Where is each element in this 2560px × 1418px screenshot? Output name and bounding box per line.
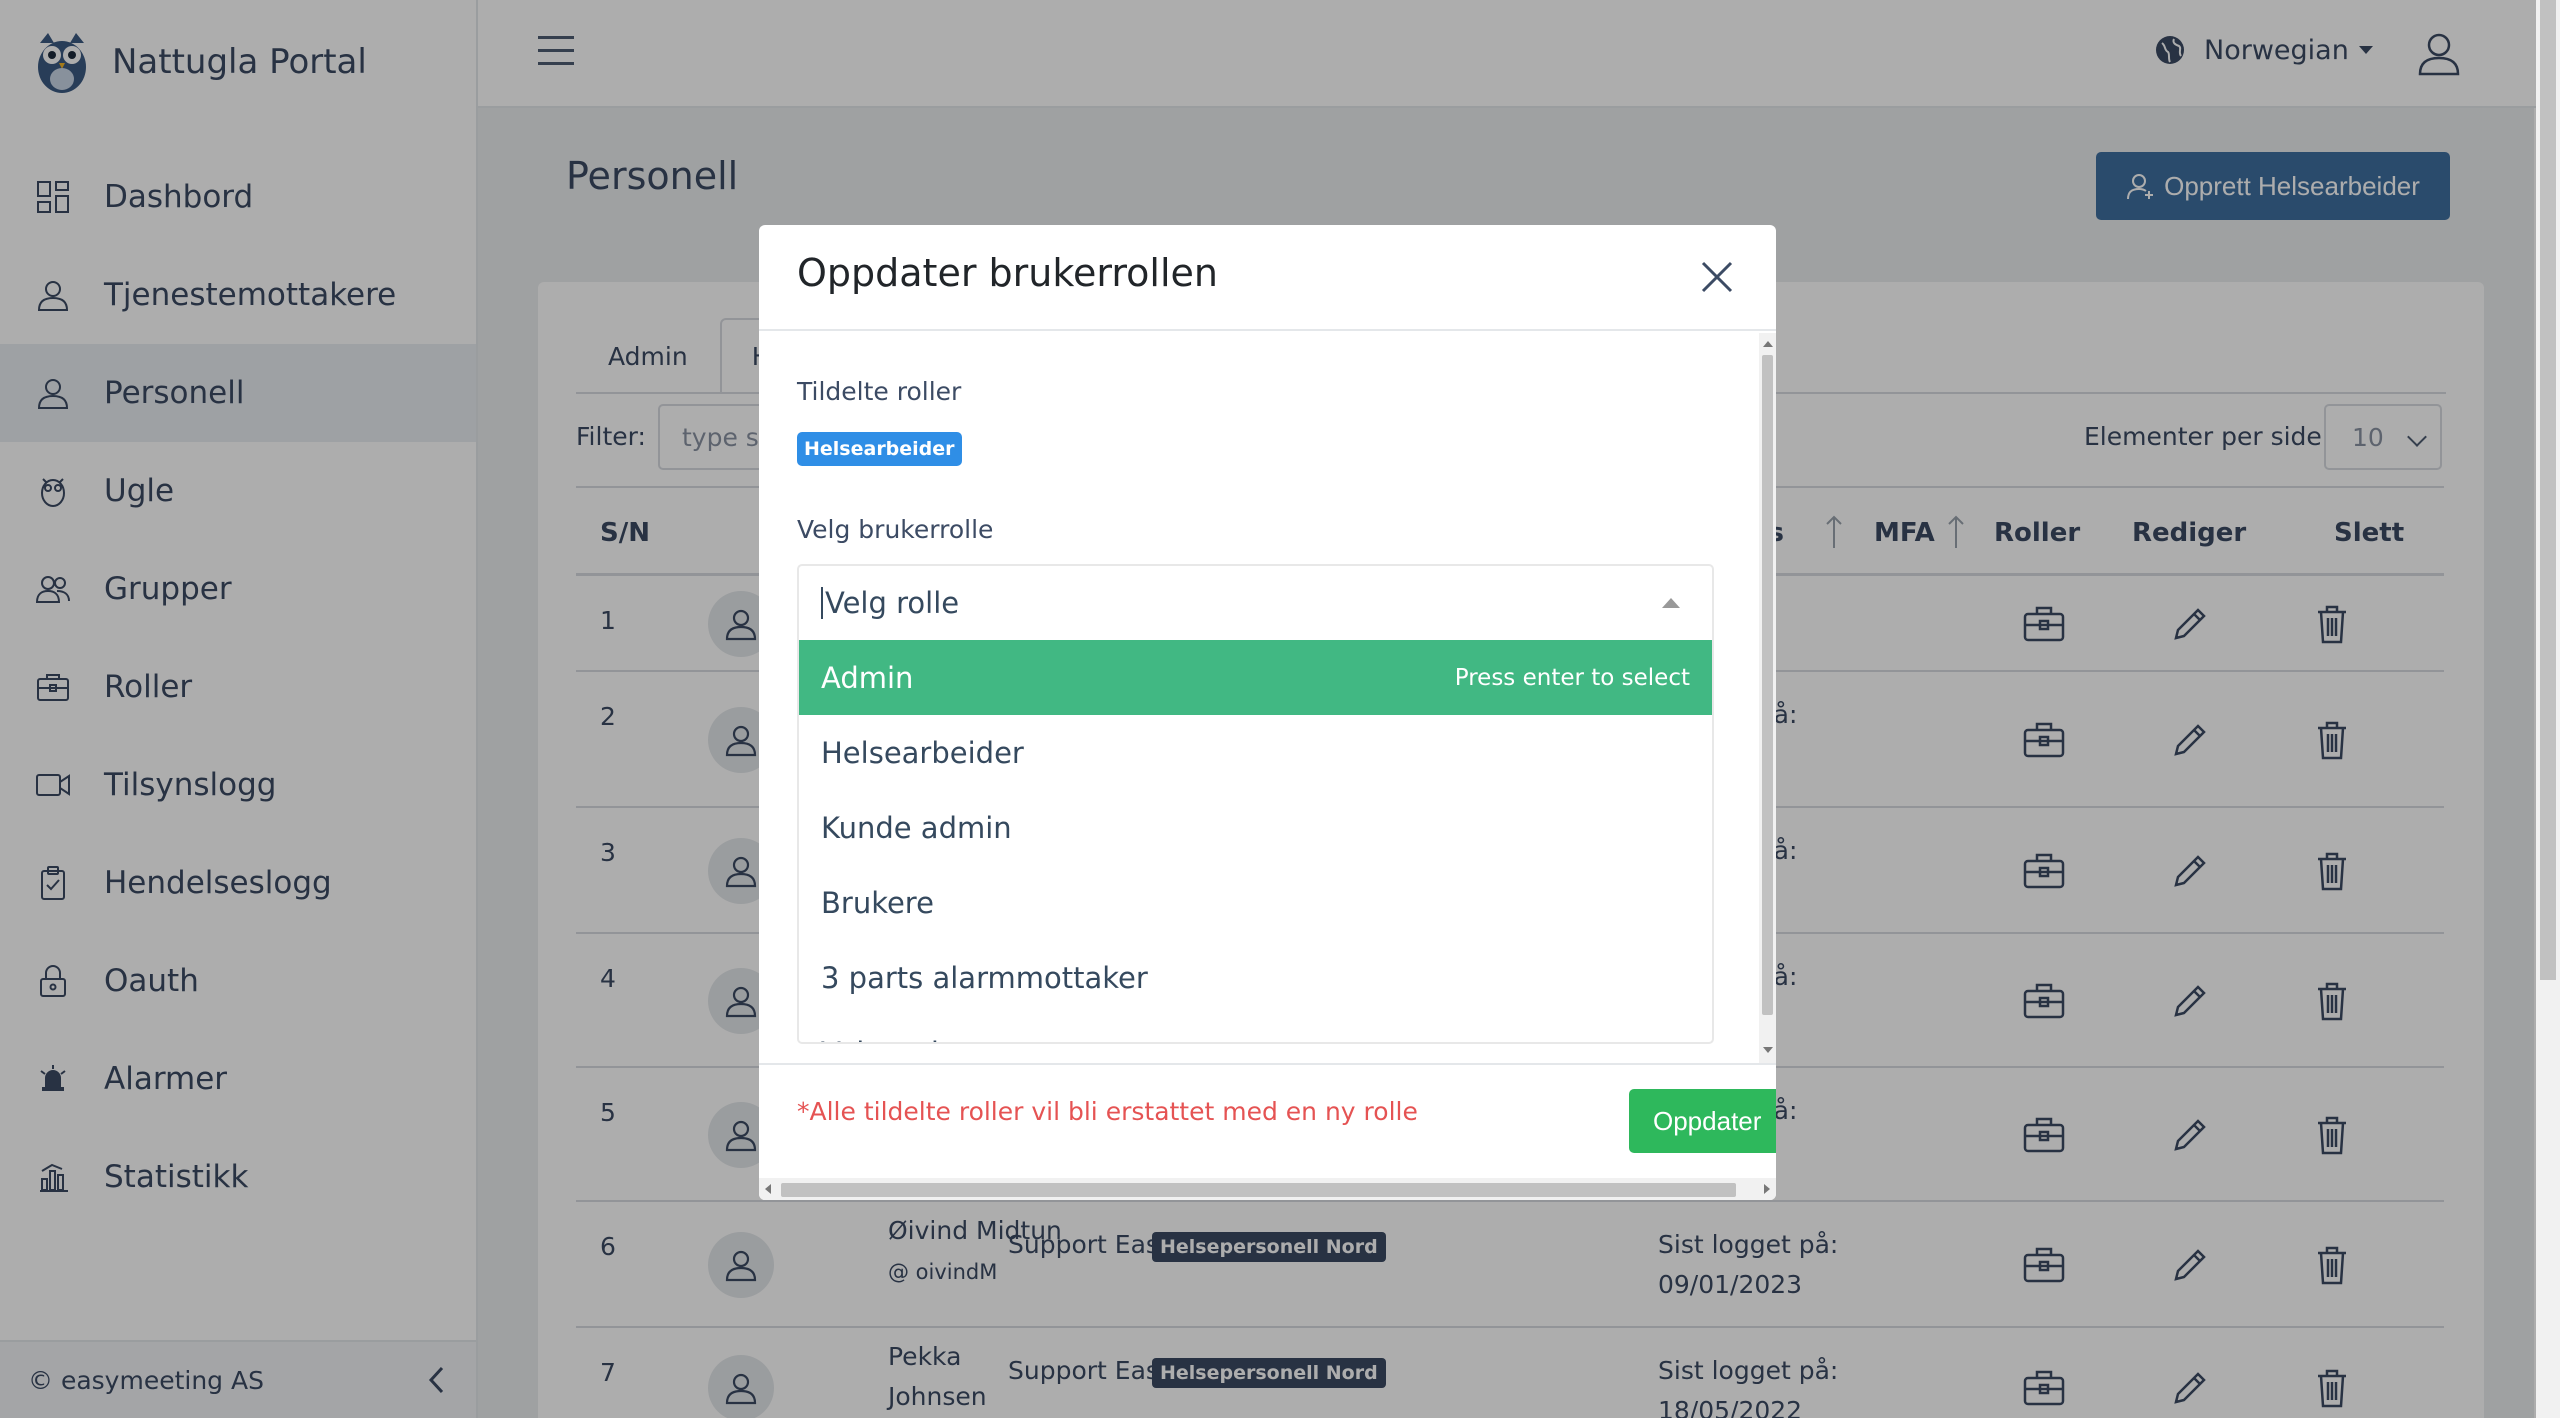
warning-text: *Alle tildelte roller vil bli erstattet … [797,1097,1418,1126]
window-scrollbar-thumb[interactable] [2540,0,2556,980]
assigned-role-badge: Helsearbeider [797,432,962,466]
update-role-modal: Oppdater brukerrollen Tildelte roller He… [759,225,1776,1200]
role-placeholder: Velg rolle [825,586,960,620]
select-hint: Press enter to select [1454,664,1690,691]
option-label: Admin [821,660,914,695]
role-option-3-parts-alarmmottaker[interactable]: 3 parts alarmmottaker [799,940,1712,1015]
assigned-roles-label: Tildelte roller [797,377,962,406]
role-option-admin[interactable]: Admin Press enter to select [799,640,1712,715]
role-option-kunde-admin[interactable]: Kunde admin [799,790,1712,865]
modal-horizontal-scrollbar-thumb[interactable] [781,1183,1736,1197]
text-cursor [821,587,823,619]
modal-title: Oppdater brukerrollen [797,251,1218,295]
modal-body: Tildelte roller Helsearbeider Velg bruke… [759,333,1759,1063]
role-search-input[interactable]: Velg rolle [799,566,1712,640]
scroll-up-arrow-icon[interactable] [1763,341,1773,347]
role-option-brukere[interactable]: Brukere [799,865,1712,940]
modal-vertical-scrollbar-thumb[interactable] [1762,355,1773,1015]
close-icon[interactable] [1695,255,1739,299]
option-label: Vakttavle [821,1036,957,1043]
role-multiselect[interactable]: Velg rolle Admin Press enter to select H… [797,564,1714,1044]
scroll-down-arrow-icon[interactable] [1763,1047,1773,1053]
scroll-left-arrow-icon[interactable] [765,1184,771,1194]
option-label: Kunde admin [821,810,1012,845]
modal-header: Oppdater brukerrollen [759,225,1776,331]
role-option-vakttavle[interactable]: Vakttavle [799,1015,1712,1043]
option-label: Brukere [821,885,934,920]
select-role-label: Velg brukerrolle [797,515,994,544]
scroll-right-arrow-icon[interactable] [1764,1184,1770,1194]
role-option-helsearbeider[interactable]: Helsearbeider [799,715,1712,790]
modal-footer: *Alle tildelte roller vil bli erstattet … [759,1063,1776,1178]
option-label: Helsearbeider [821,735,1024,770]
option-label: 3 parts alarmmottaker [821,960,1148,995]
update-button[interactable]: Oppdater [1629,1089,1776,1153]
caret-up-icon[interactable] [1662,598,1680,608]
